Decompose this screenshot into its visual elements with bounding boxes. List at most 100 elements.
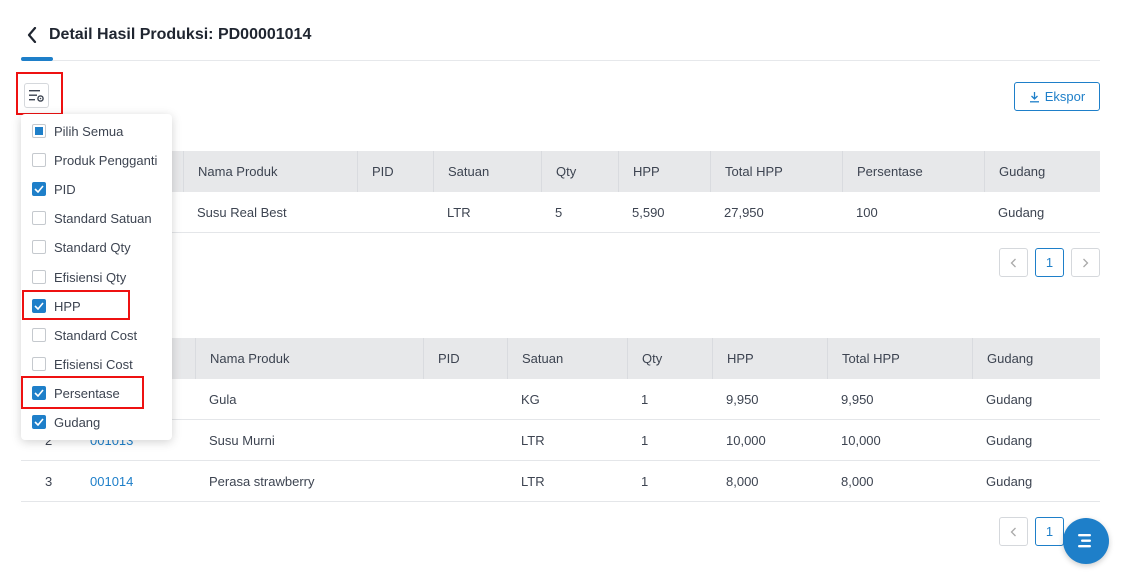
back-arrow-icon[interactable] [21,24,43,46]
menu-item-standard-cost[interactable]: Standard Cost [21,324,172,346]
table-cell: 8,000 [841,473,874,489]
menu-item-label: Standard Qty [54,239,131,255]
table-cell: 9,950 [726,391,759,407]
table-cell: Gudang [986,432,1033,448]
table-cell: 1 [641,473,649,489]
prev-page-button[interactable] [999,248,1028,277]
menu-item-standard-satuan[interactable]: Standard Satuan [21,207,172,229]
next-page-button[interactable] [1071,248,1100,277]
table-cell [423,379,507,419]
table-cell: Susu Real Best [197,204,287,220]
menu-item-select-all[interactable]: Pilih Semua [21,120,172,142]
table-cell: 1 [641,432,649,448]
row-number: 3 [45,473,53,489]
table-cell: LTR [447,204,471,220]
table-cell: Susu Murni [209,432,275,448]
checkbox[interactable] [32,182,46,196]
hpp-highlight [22,290,130,320]
menu-item-label: Produk Pengganti [54,152,158,168]
column-header[interactable]: HPP [618,151,710,192]
table-row: Gula KG 1 9,950 9,950 Gudang [21,379,1100,420]
menu-item-gudang[interactable]: Gudang [21,411,172,433]
table-cell: LTR [521,432,545,448]
menu-item-produk-pengganti[interactable]: Produk Pengganti [21,149,172,171]
prev-page-button[interactable] [999,517,1028,546]
header-divider [53,60,1100,61]
product-code-link[interactable]: 001014 [87,461,195,501]
table-cell: Gudang [998,204,1045,220]
product-result-table: Nama Produk PID Satuan Qty HPP Total HPP… [21,151,1100,233]
column-header[interactable]: Nama Produk [195,338,423,379]
table-cell: 100 [856,204,878,220]
menu-item-label: PID [54,181,76,197]
menu-item-label: Efisiensi Cost [54,356,133,372]
column-header[interactable]: Total HPP [827,338,972,379]
column-header[interactable]: Gudang [972,338,1100,379]
table-cell: 10,000 [841,432,881,448]
chevron-left-icon [1010,527,1016,536]
page: Detail Hasil Produksi: PD00001014 Ekspor… [0,0,1122,579]
chat-button[interactable] [1063,518,1109,564]
table-row: Susu Real Best LTR 5 5,590 27,950 100 Gu… [21,192,1100,233]
page-button[interactable]: 1 [1035,248,1064,277]
menu-item-efisiensi-cost[interactable]: Efisiensi Cost [21,353,172,375]
pagination: 1 [999,517,1064,546]
menu-item-label: Pilih Semua [54,123,124,139]
chat-icon [1078,534,1091,548]
table-cell: LTR [521,473,545,489]
export-button[interactable]: Ekspor [1014,82,1100,111]
table-cell [357,192,433,232]
table-cell [423,461,507,501]
checkbox[interactable] [32,124,46,138]
checkbox[interactable] [32,357,46,371]
checkbox[interactable] [32,328,46,342]
table-cell: 10,000 [726,432,766,448]
table-cell: 5 [555,204,563,220]
column-header[interactable]: Total HPP [710,151,842,192]
check-icon [34,418,44,426]
column-header[interactable]: Satuan [507,338,627,379]
column-header[interactable]: Satuan [433,151,541,192]
table-row: 3 001014 Perasa strawberry LTR 1 8,000 8… [21,461,1100,502]
checkbox[interactable] [32,415,46,429]
table-header: Nama Produk PID Satuan Qty HPP Total HPP… [21,151,1100,192]
material-usage-table: Nama Produk PID Satuan Qty HPP Total HPP… [21,338,1100,502]
page-header: Detail Hasil Produksi: PD00001014 [21,20,311,50]
checkbox[interactable] [32,270,46,284]
persentase-highlight [21,376,144,409]
chevron-right-icon [1083,258,1089,267]
column-header[interactable]: Qty [627,338,712,379]
column-settings-highlight [16,72,63,115]
checkbox[interactable] [32,240,46,254]
menu-item-standard-qty[interactable]: Standard Qty [21,236,172,258]
table-cell [423,420,507,460]
table-cell: 9,950 [841,391,874,407]
page-button[interactable]: 1 [1035,517,1064,546]
column-header[interactable]: PID [423,338,507,379]
column-header[interactable]: Persentase [842,151,984,192]
table-cell: Gula [209,391,237,407]
pagination: 1 [999,248,1100,277]
table-cell: 8,000 [726,473,759,489]
menu-item-label: Standard Cost [54,327,138,343]
check-icon [34,185,44,193]
column-header[interactable]: PID [357,151,433,192]
tab-indicator [21,57,53,61]
column-header[interactable]: Gudang [984,151,1100,192]
table-header: Nama Produk PID Satuan Qty HPP Total HPP… [21,338,1100,379]
column-header[interactable]: Qty [541,151,618,192]
table-row: 2 001013 Susu Murni LTR 1 10,000 10,000 … [21,420,1100,461]
column-header[interactable]: HPP [712,338,827,379]
menu-item-efisiensi-qty[interactable]: Efisiensi Qty [21,266,172,288]
chevron-left-icon [1010,258,1016,267]
table-cell: 27,950 [724,204,764,220]
table-cell: 1 [641,391,649,407]
menu-item-pid[interactable]: PID [21,178,172,200]
table-cell: Perasa strawberry [209,473,315,489]
table-cell: Gudang [986,391,1033,407]
menu-item-label: Standard Satuan [54,210,152,226]
menu-item-label: Gudang [54,414,101,430]
checkbox[interactable] [32,211,46,225]
checkbox[interactable] [32,153,46,167]
column-header[interactable]: Nama Produk [183,151,357,192]
